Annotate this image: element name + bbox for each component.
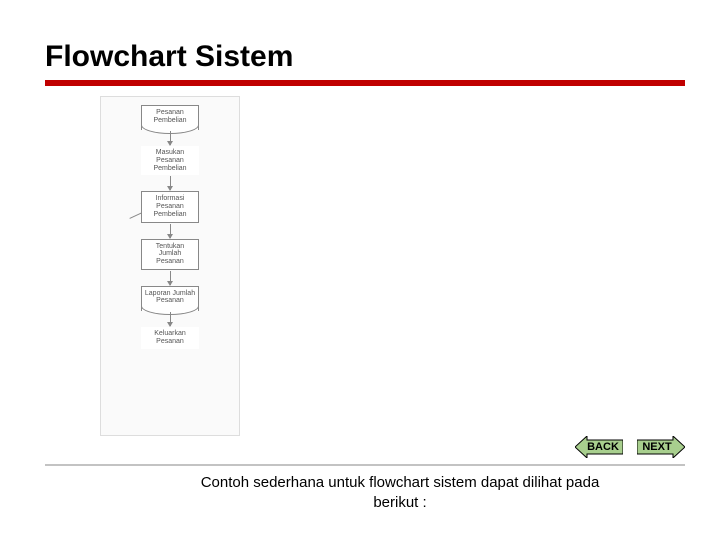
flowchart-node-document: Laporan Jumlah Pesanan (141, 286, 199, 311)
flowchart-arrow-icon (170, 176, 171, 190)
back-button-label: BACK (587, 441, 619, 453)
flowchart-node-document: Pesanan Pembelian (141, 105, 199, 130)
flowchart-arrow-icon (170, 131, 171, 145)
flowchart-node-label: Keluarkan Pesanan (145, 330, 195, 345)
back-button[interactable]: BACK (575, 436, 623, 458)
next-button[interactable]: NEXT (637, 436, 685, 458)
flowchart: Pesanan Pembelian Masukan Pesanan Pembel… (120, 105, 220, 349)
flowchart-node-label: Masukan Pesanan Pembelian (145, 149, 195, 172)
flowchart-node-process: Informasi Pesanan Pembelian (141, 191, 199, 222)
nav-buttons: BACK NEXT (575, 436, 685, 458)
flowchart-arrow-icon (170, 224, 171, 238)
page-title: Flowchart Sistem (45, 40, 675, 74)
flowchart-node-manual-input: Masukan Pesanan Pembelian (141, 146, 199, 175)
flowchart-image: Pesanan Pembelian Masukan Pesanan Pembel… (100, 96, 240, 436)
flowchart-arrow-icon (170, 271, 171, 285)
next-button-label: NEXT (642, 441, 671, 453)
slide-caption: Contoh sederhana untuk flowchart sistem … (0, 473, 720, 512)
content-area: Pesanan Pembelian Masukan Pesanan Pembel… (45, 96, 675, 436)
flowchart-node-process: Tentukan Jumlah Pesanan (141, 239, 199, 270)
title-underline (45, 80, 685, 86)
flowchart-arrow-icon (170, 312, 171, 326)
flowchart-node-manual-output: Keluarkan Pesanan (141, 327, 199, 349)
bottom-divider (45, 464, 685, 466)
